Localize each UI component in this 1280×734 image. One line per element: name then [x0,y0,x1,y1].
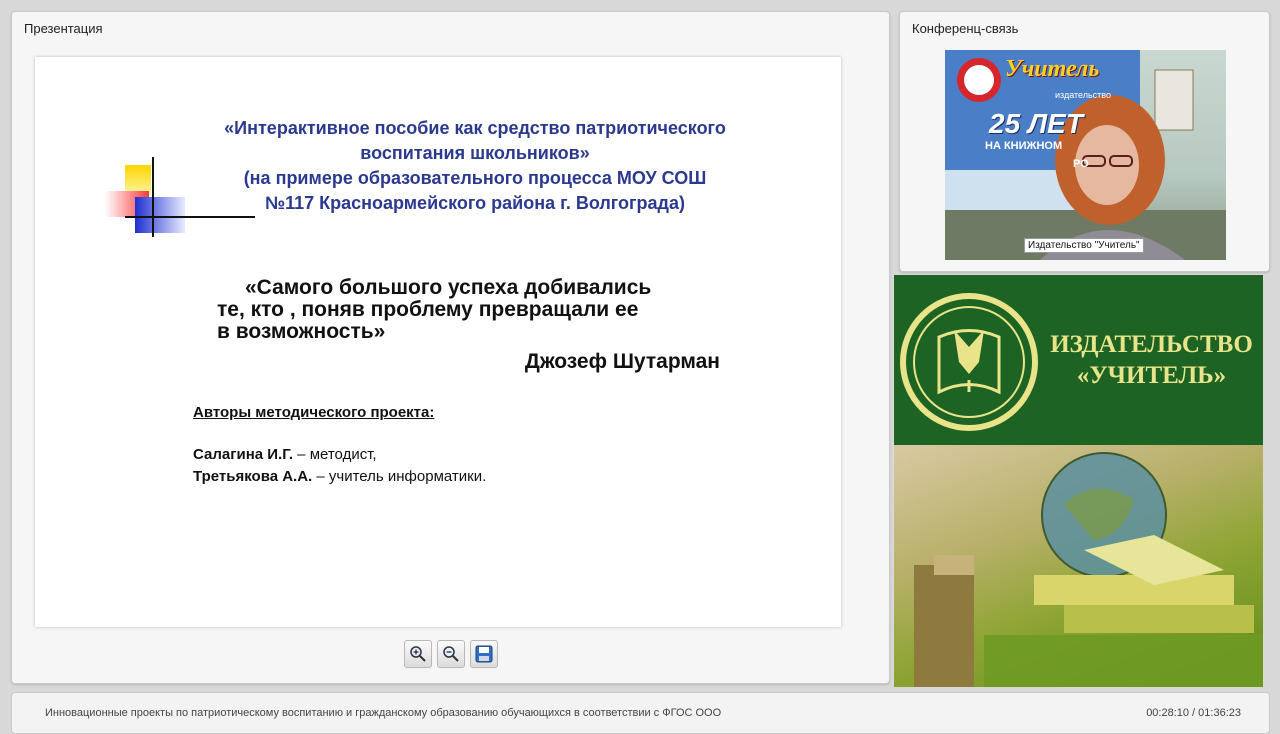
author-line: Салагина И.Г. – методист, [193,446,377,463]
zoom-in-button[interactable] [404,640,432,668]
zoom-in-icon [410,646,426,662]
poster-text: Учитель [1005,56,1100,82]
conference-panel-title: Конференц-связь [912,21,1019,36]
status-bar: Инновационные проекты по патриотическому… [11,692,1270,734]
brand-banner: ИЗДАТЕЛЬСТВО «УЧИТЕЛЬ» [894,275,1263,687]
poster-text: РО [1073,158,1089,170]
authors-heading: Авторы методического проекта: [193,404,435,421]
zoom-out-button[interactable] [437,640,465,668]
presentation-slide: «Интерактивное пособие как средство патр… [35,57,841,627]
poster-text: НА КНИЖНОМ [985,140,1063,152]
save-icon [475,645,493,663]
brand-name: ИЗДАТЕЛЬСТВО «УЧИТЕЛЬ» [1050,331,1253,389]
presentation-panel-title: Презентация [24,21,103,36]
brand-image [894,445,1263,687]
brand-header: ИЗДАТЕЛЬСТВО «УЧИТЕЛЬ» [894,275,1263,445]
publisher-logo-icon [900,293,1038,431]
books-globe-image [914,452,1263,687]
author-line: Третьякова А.А. – учитель информатики. [193,468,487,485]
poster-text: издательство [1055,90,1111,100]
video-caption: Издательство "Учитель" [1024,238,1144,253]
webinar-title: Инновационные проекты по патриотическому… [45,707,722,719]
quote-author: Джозеф Шутарман [524,350,720,373]
zoom-out-icon [443,646,459,662]
presentation-panel: Презентация «Интерактивное пособие как с… [11,11,890,684]
save-button[interactable] [470,640,498,668]
slide-title: «Интерактивное пособие как средство патр… [224,118,726,213]
conference-panel: Конференц-связь Учитель издательство 25 … [899,11,1270,272]
playback-time: 00:28:10 / 01:36:23 [1146,707,1241,719]
video-feed[interactable]: Учитель издательство 25 ЛЕТ НА КНИЖНОМ Р… [945,50,1226,260]
poster-text: 25 ЛЕТ [989,108,1083,139]
slide-quote: «Самого большого успеха добивались те, к… [217,276,652,343]
